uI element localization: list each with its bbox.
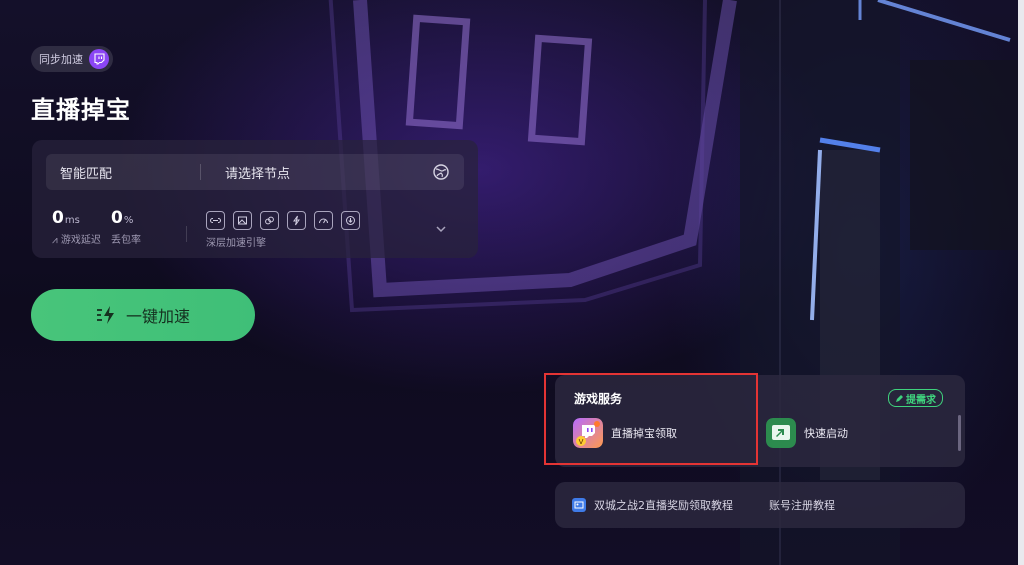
twitch-icon (89, 49, 109, 69)
chain-icon[interactable] (260, 211, 279, 230)
request-feature-label: 提需求 (906, 394, 936, 406)
boost-bolt-icon (96, 306, 114, 324)
link-icon[interactable] (206, 211, 225, 230)
boost-button-label: 一键加速 (125, 307, 190, 326)
engine-icons (206, 211, 360, 230)
packet-loss-stat: 0% 丢包率 (111, 208, 141, 246)
chevron-down-icon[interactable] (434, 222, 448, 236)
services-scrollbar[interactable] (958, 415, 961, 451)
smart-match-mode[interactable]: 智能匹配 (46, 163, 200, 182)
latency-label: ⩘ 游戏延迟 (52, 235, 101, 246)
engine-label: 深层加速引擎 (206, 238, 266, 249)
latency-value: 0 (52, 208, 64, 228)
request-feature-button[interactable]: 提需求 (888, 389, 943, 407)
twitch-logo-artwork (328, 0, 1020, 565)
service-item-label: 快速启动 (804, 427, 848, 440)
tutorial-icon (572, 498, 586, 512)
page-title: 直播掉宝 (31, 96, 131, 124)
window-scrollbar[interactable] (1018, 0, 1024, 565)
tutorial-link-label: 账号注册教程 (769, 499, 835, 512)
tutorial-panel: 双城之战2直播奖励领取教程 账号注册教程 (555, 482, 965, 528)
tutorial-link[interactable]: 账号注册教程 (769, 497, 835, 513)
loss-unit: % (123, 215, 134, 226)
service-item-quick-launch[interactable]: 快速启动 (766, 418, 848, 448)
image-icon[interactable] (233, 211, 252, 230)
loss-label: 丢包率 (111, 235, 141, 246)
background-artwork (0, 0, 1024, 565)
one-click-boost-button[interactable]: 一键加速 (31, 289, 255, 341)
latency-stat: 0ms ⩘ 游戏延迟 (52, 208, 101, 246)
download-icon[interactable] (341, 211, 360, 230)
divider (186, 226, 187, 242)
node-selector[interactable]: 智能匹配 请选择节点 (46, 154, 464, 190)
globe-icon[interactable] (432, 163, 450, 181)
node-select-placeholder[interactable]: 请选择节点 (201, 163, 432, 182)
bolt-icon[interactable] (287, 211, 306, 230)
pencil-icon (896, 394, 903, 402)
latency-unit: ms (64, 215, 80, 226)
tutorial-link[interactable]: 双城之战2直播奖励领取教程 (572, 497, 733, 513)
node-panel: 智能匹配 请选择节点 0ms ⩘ 游戏延迟 0% 丢包率 深层加速引擎 (32, 140, 478, 258)
latency-label-text: 游戏延迟 (60, 235, 101, 246)
highlight-box (544, 373, 758, 465)
sync-chip-label: 同步加速 (39, 53, 83, 66)
gauge-icon[interactable] (314, 211, 333, 230)
tutorial-link-label: 双城之战2直播奖励领取教程 (594, 499, 733, 512)
loss-value: 0 (111, 208, 123, 228)
sync-accelerate-chip[interactable]: 同步加速 (31, 46, 113, 72)
quick-launch-icon (766, 418, 796, 448)
